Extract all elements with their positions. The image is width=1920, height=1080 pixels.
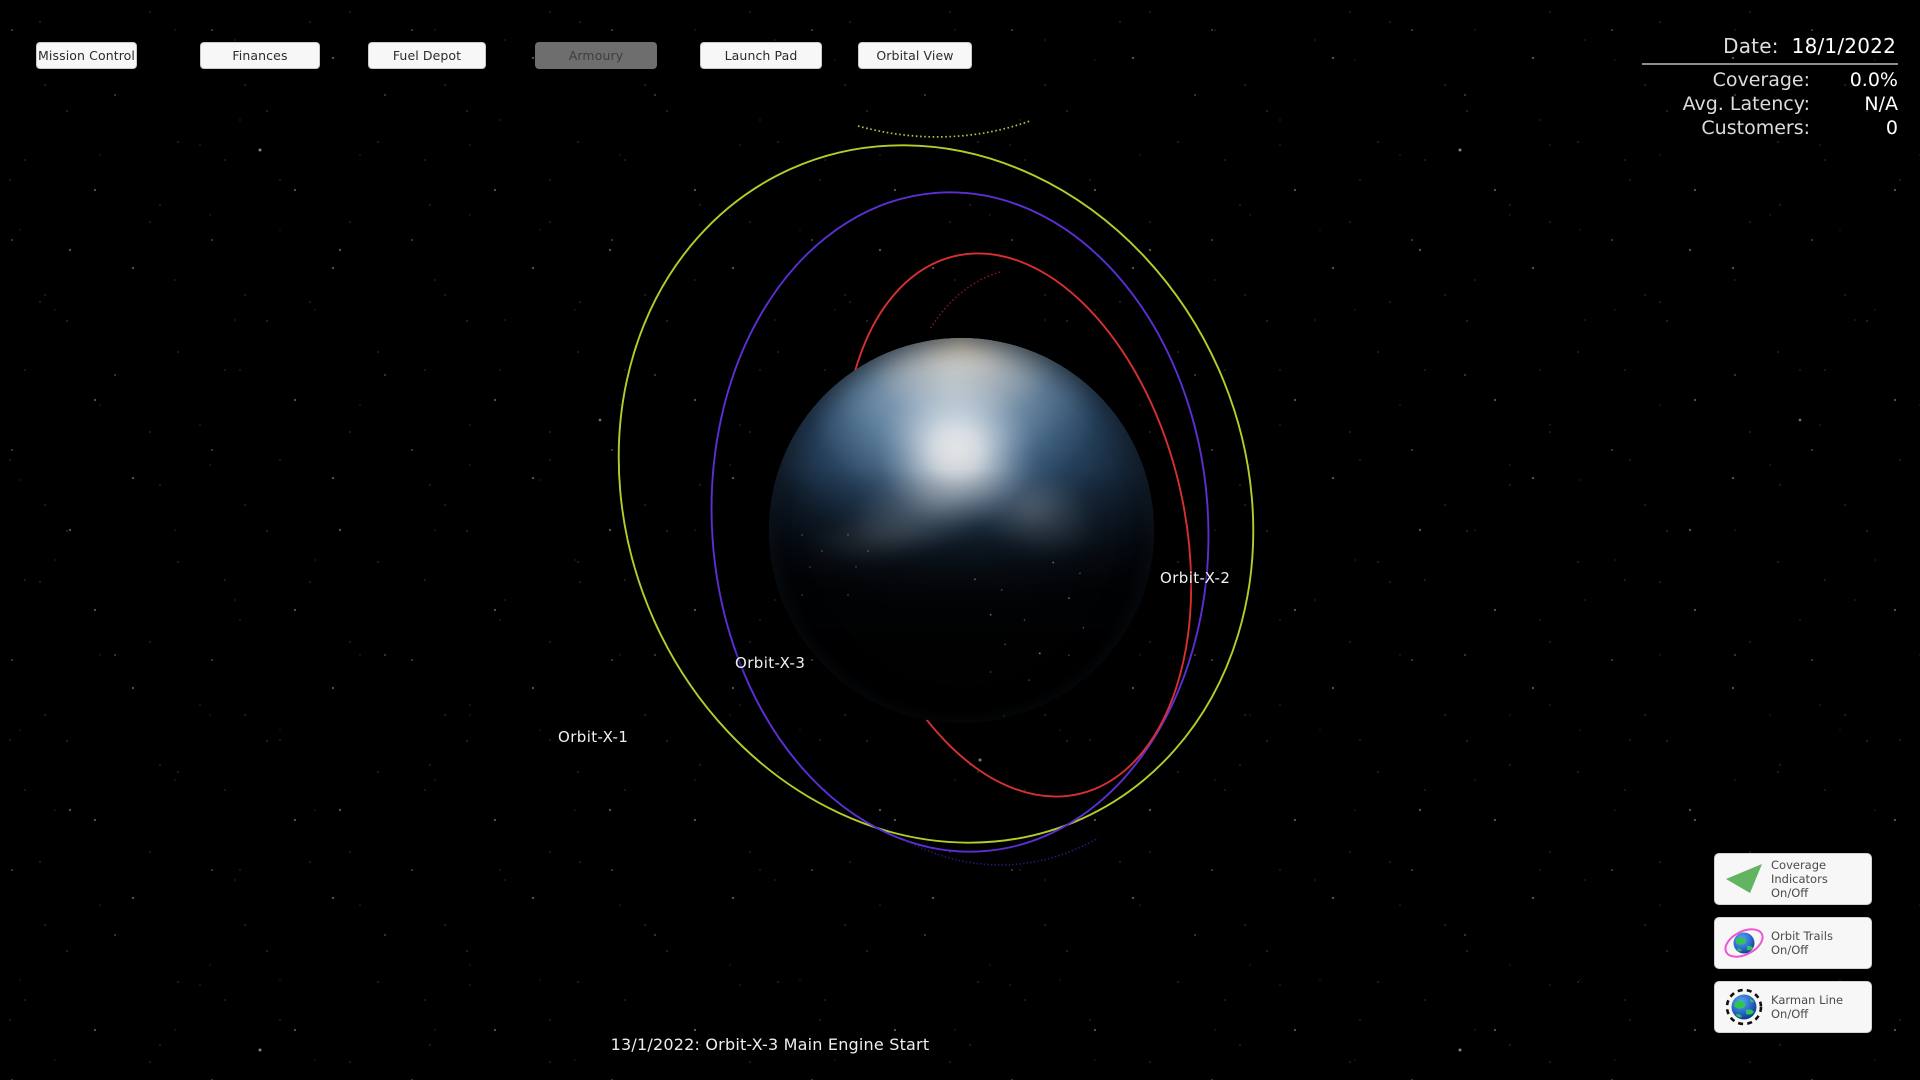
karman-line-icon-wrap [1721,985,1767,1029]
hud-stat-value-avg-latency: N/A [1864,93,1898,115]
event-log: 13/1/2022: Orbit-X-3 Main Engine Start [0,1035,1920,1054]
hud-stat-row-customers: Customers: 0 [1683,116,1898,140]
orbit-trails-toggle-label-line-1: Orbit Trails [1771,928,1833,943]
orbit-label-x-1: Orbit-X-1 [558,728,629,746]
karman-line-toggle-label-line-1: Karman Line [1771,992,1844,1007]
orbit-trails-icon-wrap [1721,921,1767,965]
karman-line-icon [1725,988,1763,1026]
hud-stat-row-avg-latency: Avg. Latency: N/A [1683,92,1898,116]
display-toggle-panel: Coverage Indicators On/Off Orbit Trails On/O… [1714,853,1872,1033]
orbit-trails-toggle-label-line-2: On/Off [1771,943,1809,957]
event-log-message: 13/1/2022: Orbit-X-3 Main Engine Start [610,1035,930,1054]
coverage-cone-icon-wrap [1721,857,1767,901]
top-navigation-bar: Mission Control Finances Fuel Depot Armoury… [36,42,1036,69]
karman-line-toggle-label-line-2: On/Off [1771,1007,1809,1021]
hud-stats-table: Coverage: 0.0% Avg. Latency: N/A Customers: 0 [1683,68,1898,140]
hud-stat-label-customers: Customers: [1701,117,1810,139]
nav-button-orbital-view[interactable]: Orbital View [858,42,972,69]
orbit-trails-toggle[interactable]: Orbit Trails On/Off [1714,917,1872,969]
hud-date-row: Date: 18/1/2022 [1642,34,1898,58]
coverage-indicators-toggle-label: Coverage Indicators On/Off [1767,858,1828,901]
hud-stat-label-coverage: Coverage: [1712,69,1810,91]
karman-line-toggle-label: Karman Line On/Off [1767,993,1843,1021]
orbit-label-x-3: Orbit-X-3 [735,654,806,672]
coverage-cone-icon [1726,864,1762,893]
nav-button-armoury: Armoury [535,42,657,69]
nav-button-fuel-depot[interactable]: Fuel Depot [368,42,486,69]
coverage-indicators-toggle-label-line-2: Indicators [1771,871,1828,886]
hud-stat-row-coverage: Coverage: 0.0% [1683,68,1898,92]
coverage-indicators-toggle-label-line-1: Coverage [1771,857,1827,872]
nav-button-launch-pad[interactable]: Launch Pad [700,42,822,69]
earth-surface [769,338,1154,723]
earth-rim-shading [769,338,1154,723]
hud-date-value: 18/1/2022 [1791,34,1896,58]
orbit-trails-icon [1724,928,1764,958]
orbital-view-screen: Orbit-X-1 Orbit-X-2 Orbit-X-3 Mission Co… [0,0,1920,1080]
karman-line-toggle[interactable]: Karman Line On/Off [1714,981,1872,1033]
orbit-trails-toggle-label: Orbit Trails On/Off [1767,929,1833,957]
hud-stat-label-avg-latency: Avg. Latency: [1682,93,1810,115]
coverage-indicators-toggle[interactable]: Coverage Indicators On/Off [1714,853,1872,905]
nav-button-finances[interactable]: Finances [200,42,320,69]
hud-divider [1642,63,1898,65]
hud-stat-value-coverage: 0.0% [1849,69,1898,91]
coverage-indicators-toggle-label-line-3: On/Off [1771,886,1809,901]
earth-globe [743,312,1180,749]
status-hud: Date: 18/1/2022 Coverage: 0.0% Avg. Latency… [1642,34,1898,140]
hud-date-label: Date: [1723,34,1779,58]
orbit-label-x-2: Orbit-X-2 [1160,569,1231,587]
hud-stat-value-customers: 0 [1885,117,1898,139]
nav-button-mission-control[interactable]: Mission Control [36,42,137,69]
